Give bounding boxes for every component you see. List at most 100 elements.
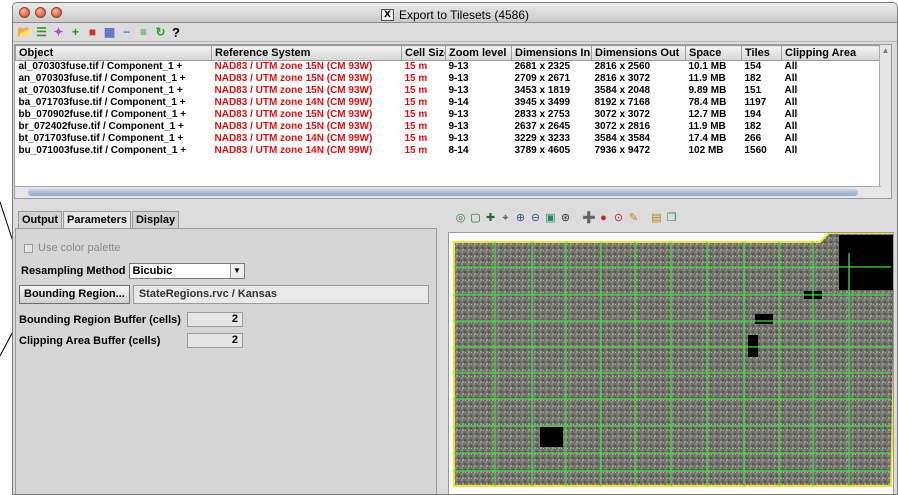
table-cell: bu_071003fuse.tif / Component_1 + bbox=[18, 145, 187, 156]
table-cell: 12.7 MB bbox=[688, 109, 727, 120]
settings-tabs: Output Parameters Display bbox=[14, 208, 438, 228]
table-row[interactable]: an_070303fuse.tif / Component_1 + NAD83 /… bbox=[16, 73, 882, 85]
table-cell: 154 bbox=[744, 61, 762, 73]
minimize-window-button[interactable] bbox=[35, 7, 46, 18]
column-header[interactable]: Dimensions Out bbox=[591, 45, 686, 61]
table-cell: 1560 bbox=[744, 145, 767, 156]
table-row[interactable]: bu_071003fuse.tif / Component_1 + NAD83 /… bbox=[16, 145, 882, 157]
tab-output[interactable]: Output bbox=[18, 211, 63, 228]
resampling-method-select[interactable]: Bicubic ▼ bbox=[128, 263, 245, 279]
zoom-window-button[interactable] bbox=[51, 7, 62, 18]
color-blocks-icon[interactable]: ■ bbox=[85, 25, 100, 40]
column-header[interactable]: Space bbox=[685, 45, 742, 61]
column-header[interactable]: Zoom level bbox=[445, 45, 512, 61]
tab-parameters[interactable]: Parameters bbox=[63, 211, 131, 228]
table-row[interactable]: bt_071703fuse.tif / Component_1 + NAD83 /… bbox=[16, 133, 882, 145]
plus-icon[interactable]: + bbox=[68, 25, 83, 40]
column-header[interactable]: Tiles bbox=[741, 45, 782, 61]
table-horizontal-scrollbar[interactable] bbox=[15, 186, 881, 198]
table-cell: NAD83 / UTM zone 15N (CM 93W) bbox=[214, 73, 373, 84]
resampling-method-value: Bicubic bbox=[132, 265, 173, 277]
layers-icon[interactable]: ☰ bbox=[34, 25, 49, 40]
pencil-icon[interactable]: ✎ bbox=[627, 212, 640, 225]
table-cell: 1197 bbox=[744, 97, 767, 108]
tab-display[interactable]: Display bbox=[131, 211, 180, 228]
table-cell: 15 m bbox=[404, 133, 428, 144]
zoom-select-icon[interactable]: ⊙ bbox=[612, 212, 625, 225]
scroll-thumb[interactable] bbox=[28, 189, 858, 196]
stop-icon[interactable]: ● bbox=[597, 212, 610, 225]
table-cell: 182 bbox=[744, 73, 762, 84]
table-cell: 182 bbox=[744, 121, 762, 132]
pan-icon[interactable]: ✚ bbox=[484, 212, 497, 225]
table-cell: 2816 x 3072 bbox=[594, 73, 651, 84]
use-color-palette-checkbox[interactable] bbox=[24, 243, 33, 253]
zoom-extent-icon[interactable]: ▣ bbox=[544, 212, 557, 225]
title-bar[interactable]: X Export to Tilesets (4586) bbox=[13, 3, 897, 23]
column-header[interactable]: Dimensions In bbox=[511, 45, 592, 61]
globe-icon[interactable]: ◎ bbox=[454, 212, 467, 225]
add-layer-icon[interactable]: ➕ bbox=[582, 212, 596, 225]
table-cell: All bbox=[784, 61, 798, 73]
bounding-region-button[interactable]: Bounding Region... bbox=[19, 285, 130, 304]
table-row[interactable]: at_070303fuse.tif / Component_1 + NAD83 /… bbox=[16, 85, 882, 97]
table-vertical-scrollbar[interactable]: ▲ bbox=[879, 45, 891, 198]
table-cell: ba_071703fuse.tif / Component_1 + bbox=[18, 97, 186, 108]
table-cell: All bbox=[784, 133, 798, 144]
refresh-icon[interactable]: ↻ bbox=[153, 25, 168, 40]
table-cell: All bbox=[784, 97, 798, 108]
table-cell: 8-14 bbox=[448, 145, 469, 156]
table-cell: 15 m bbox=[404, 121, 428, 132]
table-cell: All bbox=[784, 85, 798, 96]
open-folder-icon[interactable]: 📂 bbox=[17, 25, 32, 40]
zoom-layer-icon[interactable]: ⊛ bbox=[559, 212, 572, 225]
bounding-buffer-input[interactable]: 2 bbox=[187, 312, 243, 327]
table-cell: 266 bbox=[744, 133, 762, 144]
nodata-patch bbox=[748, 335, 758, 357]
column-header[interactable]: Cell Size bbox=[401, 45, 446, 61]
table-cell: 3789 x 4605 bbox=[514, 145, 571, 156]
copy-icon[interactable]: ❐ bbox=[665, 212, 678, 225]
select-box-icon[interactable]: ▢ bbox=[469, 212, 482, 225]
wand-icon[interactable]: ✦ bbox=[51, 25, 66, 40]
map-preview[interactable] bbox=[448, 232, 894, 494]
bounding-region-value: StateRegions.rvc / Kansas bbox=[132, 285, 429, 304]
resampling-method-label: Resampling Method bbox=[21, 265, 126, 277]
column-header[interactable]: Clipping Area bbox=[781, 45, 882, 61]
bounding-buffer-label: Bounding Region Buffer (cells) bbox=[19, 313, 181, 326]
tile-view-icon[interactable]: ▤ bbox=[650, 212, 663, 225]
clipping-buffer-input[interactable]: 2 bbox=[187, 333, 243, 348]
view-toolbar: ◎ ▢ ✚ ⌖ ⊕ ⊖ ▣ ⊛ ➕ ● ⊙ ✎ ▤ ❐ bbox=[440, 208, 897, 228]
export-window: X Export to Tilesets (4586) 📂 ☰ ✦ + ■ ▦ … bbox=[12, 2, 898, 495]
list-icon[interactable]: ≡ bbox=[136, 25, 151, 40]
zoom-in-icon[interactable]: ⊕ bbox=[514, 212, 527, 225]
crosshair-icon[interactable]: ⌖ bbox=[499, 212, 512, 225]
table-row[interactable]: br_072402fuse.tif / Component_1 + NAD83 /… bbox=[16, 121, 882, 133]
table-cell: 78.4 MB bbox=[688, 97, 727, 108]
close-window-button[interactable] bbox=[19, 7, 30, 18]
scroll-up-icon[interactable]: ▲ bbox=[880, 45, 891, 57]
table-cell: 9-13 bbox=[448, 121, 469, 132]
column-header[interactable]: Reference System bbox=[211, 45, 402, 61]
zoom-out-icon[interactable]: ⊖ bbox=[529, 212, 542, 225]
table-cell: 9-13 bbox=[448, 85, 469, 96]
table-cell: NAD83 / UTM zone 14N (CM 99W) bbox=[214, 97, 373, 108]
tilesets-table: Object Reference System Cell Size Zoom l… bbox=[14, 44, 892, 199]
table-cell: 9-13 bbox=[448, 133, 469, 144]
checker-icon[interactable]: ▦ bbox=[102, 25, 117, 40]
table-cell: at_070303fuse.tif / Component_1 + bbox=[18, 85, 183, 96]
table-cell: br_072402fuse.tif / Component_1 + bbox=[18, 121, 184, 132]
x11-icon: X bbox=[380, 9, 394, 21]
table-cell: NAD83 / UTM zone 14N (CM 99W) bbox=[214, 133, 373, 144]
table-row[interactable]: al_070303fuse.tif / Component_1 + NAD83 /… bbox=[16, 61, 882, 73]
minus-icon[interactable]: − bbox=[119, 25, 134, 40]
table-cell: 15 m bbox=[404, 61, 428, 73]
settings-pane: Output Parameters Display Use color pale… bbox=[14, 208, 438, 494]
help-icon[interactable]: ? bbox=[170, 25, 182, 40]
table-row[interactable]: bb_070902fuse.tif / Component_1 + NAD83 /… bbox=[16, 109, 882, 121]
clipping-buffer-label: Clipping Area Buffer (cells) bbox=[19, 334, 161, 347]
column-header[interactable]: Object bbox=[15, 45, 212, 61]
table-row[interactable]: ba_071703fuse.tif / Component_1 + NAD83 /… bbox=[16, 97, 882, 109]
table-cell: 2833 x 2753 bbox=[514, 109, 571, 120]
corner-mask bbox=[839, 235, 893, 290]
